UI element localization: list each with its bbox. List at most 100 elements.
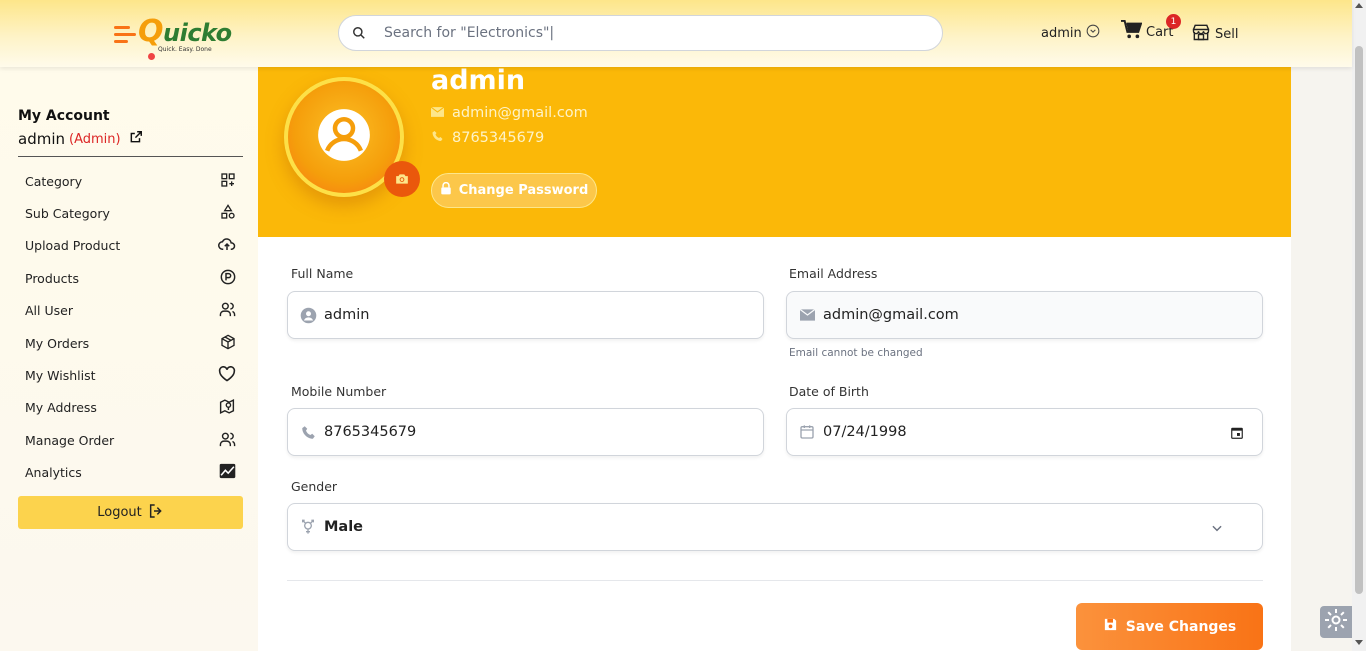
mobile-field[interactable]: 8765345679 bbox=[287, 408, 764, 456]
logo-speed-lines bbox=[114, 26, 136, 47]
gender-value: Male bbox=[324, 519, 364, 535]
store-icon bbox=[1191, 22, 1211, 46]
shapes-icon bbox=[220, 204, 236, 223]
sidebar-item-label: Manage Order bbox=[25, 432, 115, 448]
account-role: (Admin) bbox=[69, 131, 121, 147]
account-username: admin bbox=[18, 130, 65, 148]
cloud-upload-icon bbox=[218, 236, 236, 255]
user-menu[interactable]: admin bbox=[1041, 24, 1100, 42]
form-divider bbox=[287, 580, 1263, 581]
sidebar-item-my-wishlist[interactable]: My Wishlist bbox=[18, 359, 243, 391]
package-icon bbox=[220, 334, 236, 353]
chevron-down-icon bbox=[1210, 520, 1224, 539]
profile-email-row: admin@gmail.com bbox=[430, 105, 588, 121]
lock-icon bbox=[440, 181, 452, 199]
change-avatar-button[interactable] bbox=[384, 161, 420, 197]
full-name-field[interactable]: admin bbox=[287, 291, 764, 339]
gender-label: Gender bbox=[291, 479, 338, 494]
sidebar-item-label: My Wishlist bbox=[25, 368, 96, 384]
logout-icon bbox=[148, 503, 164, 523]
user-avatar-icon bbox=[317, 108, 371, 166]
dob-label: Date of Birth bbox=[789, 384, 869, 399]
sidebar-item-label: All User bbox=[25, 303, 73, 319]
account-title: My Account bbox=[18, 108, 110, 124]
logo-dots bbox=[148, 45, 156, 64]
top-header: Quicko Quick. Easy. Done Search for "Ele… bbox=[0, 0, 1352, 67]
save-changes-button[interactable]: Save Changes bbox=[1076, 603, 1263, 650]
mobile-label: Mobile Number bbox=[291, 384, 387, 399]
sidebar-item-label: My Orders bbox=[25, 335, 90, 351]
profile-email: admin@gmail.com bbox=[452, 105, 588, 121]
product-circle-icon bbox=[220, 269, 236, 288]
sidebar-item-label: Analytics bbox=[25, 465, 82, 481]
sidebar-item-all-user[interactable]: All User bbox=[18, 295, 243, 327]
cart-icon bbox=[1120, 19, 1143, 44]
quicko-logo[interactable]: Quicko Quick. Easy. Done bbox=[114, 12, 244, 60]
full-name-value: admin bbox=[324, 307, 370, 323]
profile-phone-row: 8765345679 bbox=[431, 130, 544, 146]
sidebar-item-products[interactable]: Products bbox=[18, 262, 243, 294]
cart-button[interactable]: Cart 1 bbox=[1120, 14, 1181, 44]
mail-icon bbox=[787, 309, 823, 321]
cart-count-badge: 1 bbox=[1166, 14, 1181, 29]
heart-icon bbox=[218, 366, 236, 385]
dob-field[interactable]: 07/24/1998 bbox=[786, 408, 1263, 456]
logo-tagline: Quick. Easy. Done bbox=[158, 46, 212, 53]
search-placeholder: Search for "Electronics"| bbox=[384, 25, 555, 41]
sell-label: Sell bbox=[1215, 26, 1239, 42]
page-scrollbar[interactable] bbox=[1352, 0, 1366, 651]
logout-button[interactable]: Logout bbox=[18, 496, 243, 529]
user-circle-icon bbox=[288, 307, 324, 324]
sidebar-item-manage-order[interactable]: Manage Order bbox=[18, 424, 243, 456]
change-password-label: Change Password bbox=[458, 183, 589, 198]
scroll-thumb[interactable] bbox=[1355, 46, 1363, 594]
email-field: admin@gmail.com bbox=[786, 291, 1263, 339]
settings-floating-button[interactable] bbox=[1320, 606, 1352, 638]
sidebar-item-label: Sub Category bbox=[25, 206, 110, 222]
sidebar-item-label: Category bbox=[25, 173, 83, 189]
users-icon bbox=[219, 431, 236, 450]
account-user: admin (Admin) bbox=[18, 130, 143, 148]
profile-main: admin admin@gmail.com 8765345679 Change … bbox=[258, 65, 1291, 651]
mobile-value: 8765345679 bbox=[324, 424, 417, 440]
save-icon bbox=[1103, 617, 1118, 636]
calendar-icon bbox=[787, 424, 823, 440]
logo-wordmark: Quicko bbox=[138, 14, 232, 49]
email-value: admin@gmail.com bbox=[823, 307, 959, 323]
phone-icon bbox=[288, 425, 324, 440]
category-grid-icon bbox=[220, 172, 236, 191]
full-name-label: Full Name bbox=[291, 266, 354, 281]
gender-select[interactable]: Male bbox=[287, 503, 1263, 551]
external-link-icon[interactable] bbox=[129, 130, 143, 148]
sidebar-item-category[interactable]: Category bbox=[18, 165, 243, 197]
chart-icon bbox=[219, 463, 236, 482]
profile-banner: admin admin@gmail.com 8765345679 Change … bbox=[258, 65, 1291, 237]
sidebar-menu: Category Sub Category Upload Product Pro… bbox=[18, 165, 243, 489]
map-pin-icon bbox=[218, 398, 236, 418]
search-icon bbox=[339, 26, 379, 40]
sidebar-item-sub-category[interactable]: Sub Category bbox=[18, 197, 243, 229]
logout-label: Logout bbox=[97, 505, 142, 520]
gender-icon bbox=[288, 519, 324, 535]
date-picker-icon[interactable] bbox=[1230, 425, 1244, 444]
avatar bbox=[284, 77, 420, 197]
email-hint: Email cannot be changed bbox=[789, 347, 923, 359]
sell-button[interactable]: Sell bbox=[1191, 22, 1238, 46]
scroll-up-arrow-icon[interactable] bbox=[1355, 3, 1363, 8]
change-password-button[interactable]: Change Password bbox=[431, 173, 597, 208]
camera-icon bbox=[395, 170, 409, 189]
email-label: Email Address bbox=[789, 266, 878, 281]
gear-icon bbox=[1324, 608, 1348, 636]
scroll-down-arrow-icon[interactable] bbox=[1355, 640, 1363, 645]
sidebar-item-upload-product[interactable]: Upload Product bbox=[18, 230, 243, 262]
user-menu-label: admin bbox=[1041, 25, 1082, 41]
sidebar-item-label: Products bbox=[25, 270, 79, 286]
chevron-down-icon bbox=[1086, 24, 1100, 42]
sidebar-item-my-address[interactable]: My Address bbox=[18, 392, 243, 424]
phone-icon bbox=[431, 130, 444, 146]
sidebar-item-label: My Address bbox=[25, 400, 97, 416]
search-bar[interactable]: Search for "Electronics"| bbox=[338, 15, 943, 51]
sidebar-item-analytics[interactable]: Analytics bbox=[18, 457, 243, 489]
account-sidebar: My Account admin (Admin) Category Sub Ca… bbox=[0, 67, 258, 651]
sidebar-item-my-orders[interactable]: My Orders bbox=[18, 327, 243, 359]
